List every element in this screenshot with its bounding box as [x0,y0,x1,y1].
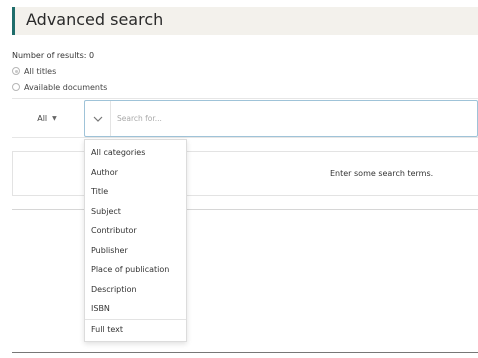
radio-all-titles[interactable]: All titles [12,65,56,77]
menu-item-subject[interactable]: Subject [85,202,186,222]
results-panel: Enter some search terms. [12,151,478,196]
category-dropdown-menu: All categories Author Title Subject Cont… [84,139,187,342]
search-bar: All ▼ Search for... [12,98,478,138]
page-header: Advanced search [12,7,478,35]
advanced-search-page: Advanced search Number of results: 0 All… [0,0,478,358]
empty-results-message: Enter some search terms. [330,169,434,178]
radio-button[interactable] [12,83,20,91]
menu-item-isbn[interactable]: ISBN [85,299,186,319]
results-count: Number of results: 0 [12,51,95,60]
search-input-placeholder[interactable]: Search for... [117,114,162,123]
menu-item-full-text[interactable]: Full text [85,320,186,340]
bottom-divider [12,352,478,353]
caret-down-icon: ▼ [52,115,57,122]
radio-button-checked[interactable] [12,67,20,75]
menu-item-publisher[interactable]: Publisher [85,241,186,261]
category-select[interactable]: All ▼ [12,99,82,138]
menu-item-contributor[interactable]: Contributor [85,221,186,241]
divider [12,209,478,210]
menu-item-description[interactable]: Description [85,280,186,300]
menu-item-all-categories[interactable]: All categories [85,143,186,163]
menu-item-title[interactable]: Title [85,182,186,202]
menu-item-author[interactable]: Author [85,163,186,183]
category-select-value: All [37,114,48,123]
radio-label-available-documents: Available documents [24,82,108,92]
chevron-down-icon [93,116,102,122]
menu-item-place-of-publication[interactable]: Place of publication [85,260,186,280]
radio-label-all-titles: All titles [24,66,57,76]
search-field-dropdown-button[interactable] [85,101,111,136]
radio-available-documents[interactable]: Available documents [12,81,107,93]
search-input-box[interactable]: Search for... [84,100,478,137]
page-title: Advanced search [26,10,164,29]
